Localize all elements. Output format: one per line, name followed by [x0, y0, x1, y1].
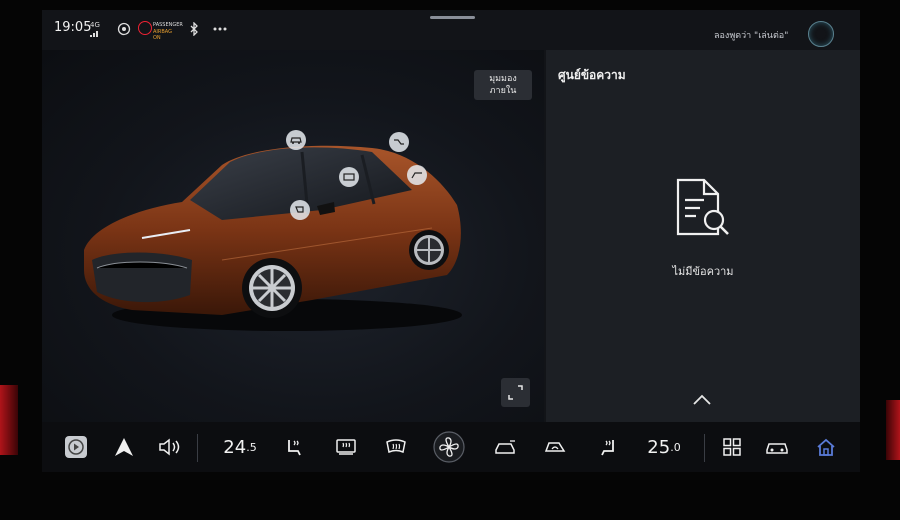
roof-hotspot-icon[interactable]: [286, 130, 306, 150]
airbag-label: PASSENGER: [153, 22, 183, 28]
network-type: 4G: [90, 21, 100, 29]
dock-divider: [197, 434, 198, 462]
rear-defrost-button[interactable]: [332, 431, 360, 463]
volume-button[interactable]: [156, 431, 186, 463]
vehicle-view-panel: มุมมอง ภายใน: [42, 50, 544, 422]
mirror-hotspot-icon[interactable]: [290, 200, 310, 220]
airbag-status: AIRBAG ON: [153, 29, 173, 41]
expand-button[interactable]: [501, 378, 530, 407]
recirculation-icon: [544, 442, 566, 452]
recirculation-button[interactable]: [540, 431, 570, 463]
document-search-icon: [676, 178, 729, 236]
driver-temperature[interactable]: 24.5: [218, 431, 262, 463]
bottom-strip: [42, 472, 860, 512]
airflow-face-button[interactable]: [490, 431, 520, 463]
voice-hint: ลองพูดว่า "เล่นต่อ": [714, 31, 789, 41]
vehicle-image: [84, 145, 462, 331]
bottom-dock: 24.5 25.0: [42, 422, 860, 472]
message-center-panel: ศูนย์ข้อความ ไม่มีข้อความ: [546, 50, 860, 422]
expand-icon: [508, 385, 523, 400]
driver-temp-decimal: .5: [246, 440, 257, 454]
passenger-seat-heat-button[interactable]: [594, 431, 622, 463]
speaker-icon: [159, 438, 180, 456]
chevron-up-icon[interactable]: [692, 394, 712, 406]
window-hotspot-icon[interactable]: [339, 167, 359, 187]
interior-view-label-2: ภายใน: [489, 86, 517, 96]
empty-state-text: ไม่มีข้อความ: [672, 265, 734, 278]
infotainment-screen: 19:05 4G PASSENGER AIRBAG ON ลองพูดว่า "…: [42, 10, 860, 512]
voice-assistant-button[interactable]: [808, 21, 834, 47]
clock: 19:05: [54, 20, 92, 35]
grid-icon: [723, 438, 741, 456]
vehicle-button[interactable]: [762, 431, 792, 463]
interior-view-label-1: มุมมอง: [489, 74, 517, 84]
status-bar: 19:05 4G PASSENGER AIRBAG ON ลองพูดว่า "…: [42, 10, 860, 50]
home-icon: [817, 438, 835, 456]
interior-view-button[interactable]: มุมมอง ภายใน: [474, 70, 532, 100]
ambient-light-right: [886, 400, 900, 460]
passenger-temp-decimal: .0: [670, 440, 681, 454]
message-center-title: ศูนย์ข้อความ: [558, 68, 626, 82]
car-icon: [766, 443, 788, 454]
fan-button[interactable]: [432, 431, 466, 463]
passenger-airbag-indicator: PASSENGER AIRBAG ON: [138, 21, 183, 41]
passenger-temperature[interactable]: 25.0: [642, 431, 686, 463]
driver-seat-heat-button[interactable]: [280, 431, 308, 463]
home-button[interactable]: [812, 431, 840, 463]
front-defrost-icon: [386, 439, 406, 454]
pull-down-handle[interactable]: [430, 16, 475, 19]
trunk-hotspot-icon[interactable]: [389, 132, 409, 152]
passenger-temp-value: 25: [647, 436, 671, 458]
fan-icon: [433, 431, 465, 463]
front-defrost-button[interactable]: [382, 431, 410, 463]
passenger-seat-heat-icon: [601, 440, 614, 456]
airbag-icon: [138, 21, 152, 35]
apps-button[interactable]: [718, 431, 746, 463]
seat-heat-icon: [288, 440, 301, 456]
navigation-arrow-icon: [115, 438, 133, 456]
navigation-button[interactable]: [110, 431, 138, 463]
rear-defrost-icon: [336, 439, 356, 455]
signal-icon: 4G: [90, 22, 100, 39]
play-icon: [65, 436, 87, 458]
media-button[interactable]: [62, 431, 90, 463]
bluetooth-icon: [186, 21, 202, 37]
driver-monitor-icon: [116, 21, 132, 37]
more-icon[interactable]: [212, 21, 228, 37]
ambient-light-left: [0, 385, 18, 455]
rear-hatch-hotspot-icon[interactable]: [407, 165, 427, 185]
driver-temp-value: 24: [223, 436, 247, 458]
dock-divider: [704, 434, 705, 462]
airflow-face-icon: [495, 440, 515, 454]
